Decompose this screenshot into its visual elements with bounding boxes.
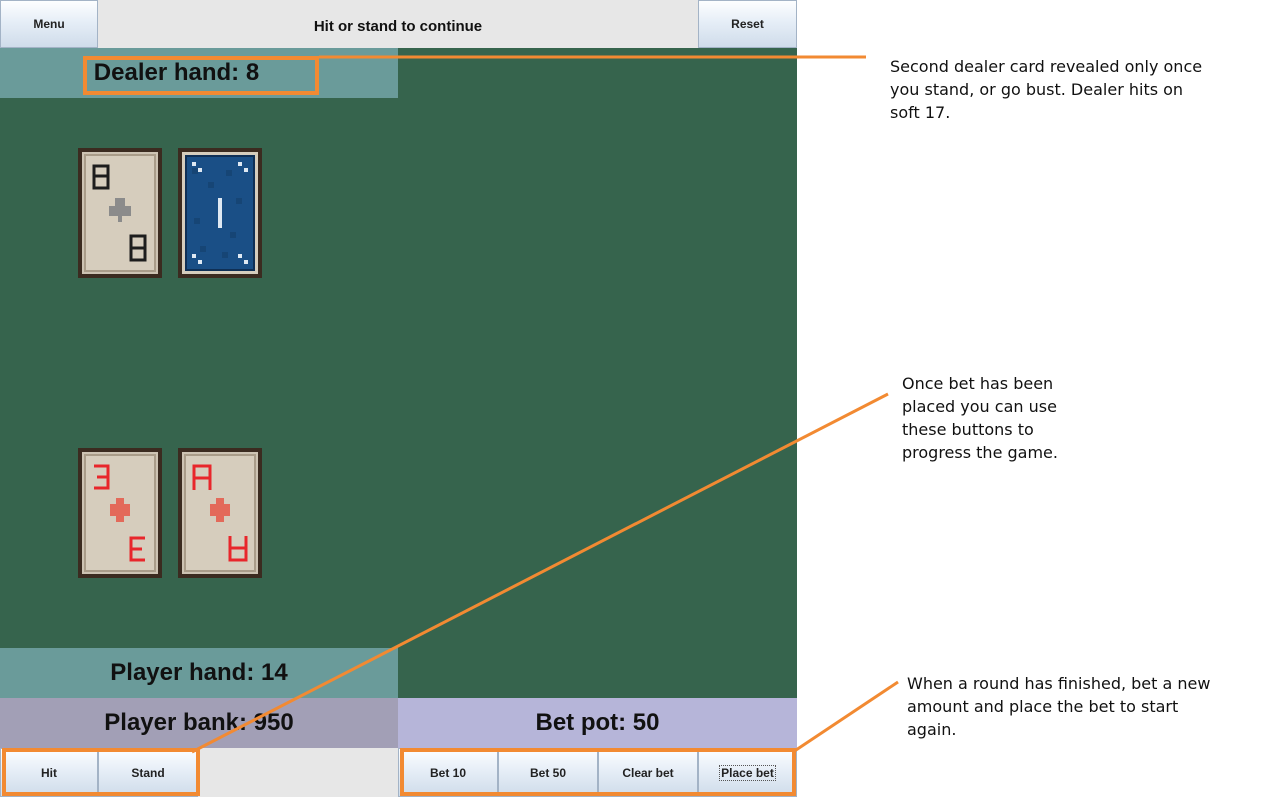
dealer-card-1 bbox=[78, 148, 162, 278]
dealer-card-2-facedown bbox=[178, 148, 262, 278]
bet-pot-label: Bet pot: 50 bbox=[535, 709, 660, 736]
betting-annotation: When a round has finished, bet a new amo… bbox=[907, 674, 1211, 739]
dealer-hand-highlight bbox=[83, 56, 319, 95]
menu-button[interactable]: Menu bbox=[0, 0, 98, 48]
reset-button[interactable]: Reset bbox=[698, 0, 797, 48]
player-bank-band: Player bank: 950 bbox=[0, 698, 398, 748]
betting-callout-line bbox=[792, 680, 899, 754]
player-hand-band: Player hand: 14 bbox=[0, 648, 398, 698]
player-hand-label: Player hand: 14 bbox=[110, 659, 288, 686]
betting-highlight bbox=[400, 748, 796, 796]
actions-annotation: Once bet has been placed you can use the… bbox=[902, 374, 1058, 462]
dealer-annotation: Second dealer card revealed only once yo… bbox=[890, 57, 1203, 122]
player-card-2 bbox=[178, 448, 262, 578]
actions-highlight bbox=[2, 748, 200, 796]
player-card-1 bbox=[78, 448, 162, 578]
player-bank-label: Player bank: 950 bbox=[104, 709, 294, 736]
bet-pot-band: Bet pot: 50 bbox=[398, 698, 797, 748]
game-table bbox=[0, 48, 797, 698]
status-message: Hit or stand to continue bbox=[98, 0, 698, 48]
